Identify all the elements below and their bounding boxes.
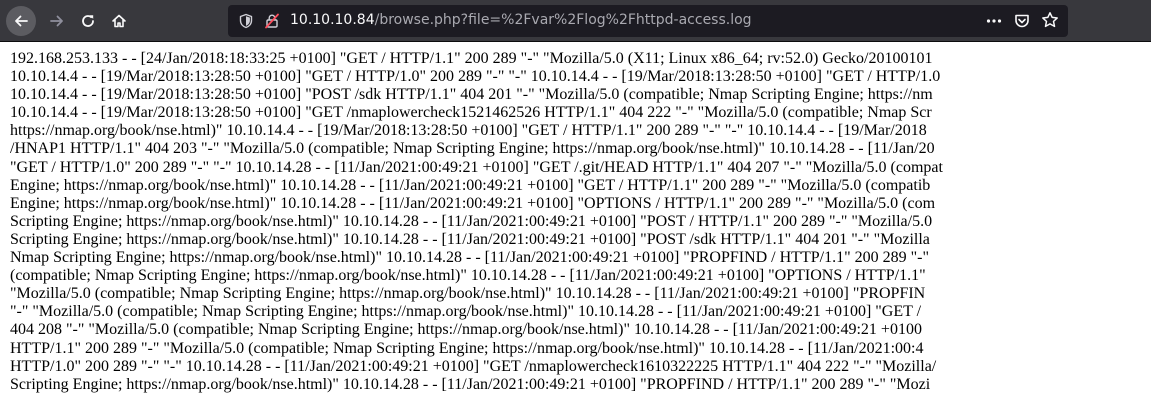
log-line: Engine; https://nmap.org/book/nse.html)"…	[10, 194, 936, 212]
back-button[interactable]	[6, 6, 36, 36]
log-line: 10.10.14.4 - - [19/Mar/2018:13:28:50 +01…	[10, 86, 933, 104]
log-line: "-" "Mozilla/5.0 (compatible; Nmap Scrip…	[10, 303, 922, 321]
reload-button[interactable]	[73, 6, 103, 36]
url-text[interactable]: 10.10.10.84/browse.php?file=%2Fvar%2Flog…	[290, 12, 752, 28]
log-line: 404 208 "-" "Mozilla/5.0 (compatible; Nm…	[10, 321, 922, 339]
log-text: 192.168.253.133 - - [24/Jan/2018:18:33:2…	[10, 50, 943, 394]
log-line: Scripting Engine; https://nmap.org/book/…	[10, 212, 933, 230]
log-line: 10.10.14.4 - - [19/Mar/2018:13:28:50 +01…	[10, 104, 932, 122]
log-line: "Mozilla/5.0 (compatible; Nmap Scripting…	[10, 285, 926, 303]
insecure-lock-icon	[265, 13, 279, 29]
more-icon	[986, 19, 1002, 23]
log-line: HTTP/1.0" 200 289 "-" "-" 10.10.14.28 - …	[10, 357, 937, 375]
log-line: https://nmap.org/book/nse.html)" 10.10.1…	[10, 122, 927, 140]
home-icon	[112, 14, 126, 28]
browser-toolbar: 10.10.10.84/browse.php?file=%2Fvar%2Flog…	[0, 0, 1151, 42]
url-bar[interactable]: 10.10.10.84/browse.php?file=%2Fvar%2Flog…	[228, 5, 1068, 37]
connection-info-button[interactable]	[264, 13, 280, 34]
log-line: Nmap Scripting Engine; https://nmap.org/…	[10, 249, 929, 267]
log-line: HTTP/1.1" 200 289 "-" "Mozilla/5.0 (comp…	[10, 339, 924, 357]
url-path: /browse.php?file=%2Fvar%2Flog%2Fhttpd-ac…	[374, 12, 752, 28]
forward-button[interactable]	[42, 6, 72, 36]
pocket-icon	[1015, 14, 1029, 28]
tracking-protection-button[interactable]	[238, 13, 254, 34]
save-to-pocket-button[interactable]	[1013, 12, 1031, 35]
page-actions-button[interactable]	[985, 12, 1003, 35]
log-line: /HNAP1 HTTP/1.1" 404 203 "-" "Mozilla/5.…	[10, 140, 935, 158]
url-host: 10.10.10.84	[290, 12, 375, 28]
log-line: 192.168.253.133 - - [24/Jan/2018:18:33:2…	[10, 50, 933, 67]
shield-icon	[239, 13, 253, 29]
log-line: "GET / HTTP/1.0" 200 289 "-" "-" 10.10.1…	[10, 158, 943, 176]
star-icon	[1042, 12, 1058, 28]
home-button[interactable]	[104, 6, 134, 36]
log-line: Scripting Engine; https://nmap.org/book/…	[10, 230, 930, 248]
log-line: Engine; https://nmap.org/book/nse.html)"…	[10, 176, 931, 194]
log-line: (compatible; Nmap Scripting Engine; http…	[10, 267, 926, 285]
arrow-right-icon	[50, 15, 63, 27]
page-content: 192.168.253.133 - - [24/Jan/2018:18:33:2…	[0, 42, 1151, 413]
reload-icon	[82, 15, 94, 27]
arrow-left-icon	[15, 15, 28, 27]
bookmark-button[interactable]	[1041, 11, 1059, 34]
log-line: 10.10.14.4 - - [19/Mar/2018:13:28:50 +01…	[10, 68, 941, 86]
log-line: Scripting Engine; https://nmap.org/book/…	[10, 375, 931, 393]
